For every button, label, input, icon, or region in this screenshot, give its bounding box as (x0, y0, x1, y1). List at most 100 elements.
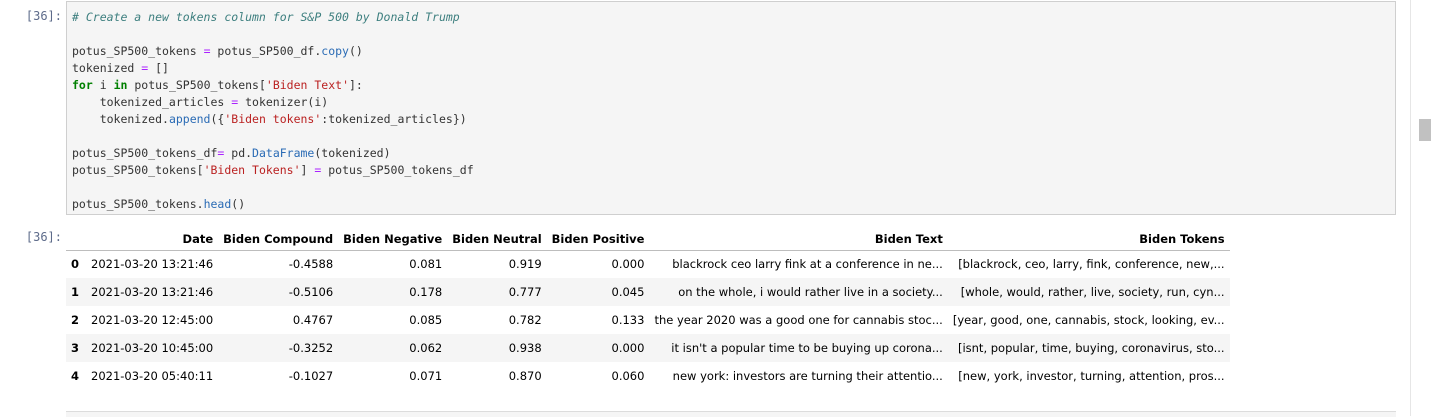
cell-neutral: 0.870 (508, 369, 542, 383)
code-token: potus_SP500_df. (210, 44, 322, 58)
code-token: append (168, 112, 211, 126)
row-index: 4 (71, 369, 80, 383)
code-token: head (203, 197, 232, 211)
cell-text: on the whole, i would rather live in a s… (678, 285, 943, 299)
cell-compound: -0.5106 (288, 285, 334, 299)
cell-tokens: [new, york, investor, turning, attention… (958, 369, 1225, 383)
output-prompt: [36]: (25, 230, 62, 244)
table-row: 2 2021-03-20 12:45:00 0.4767 0.085 0.782… (66, 306, 1230, 334)
cell-positive: 0.000 (611, 341, 645, 355)
cell-text: it isn't a popular time to be buying up … (671, 341, 943, 355)
index-header (66, 228, 86, 251)
next-cell-edge[interactable] (66, 411, 1396, 417)
column-header-negative: Biden Negative (338, 228, 448, 251)
table-row: 0 2021-03-20 13:21:46 -0.4588 0.081 0.91… (66, 250, 1230, 278)
cell-date: 2021-03-20 13:21:46 (91, 285, 214, 299)
cell-tokens: [blackrock, ceo, larry, fink, conference… (958, 257, 1225, 272)
code-token: tokenized_articles (72, 95, 232, 109)
cell-date: 2021-03-20 10:45:00 (91, 341, 214, 355)
code-line: tokenized.append({'Biden tokens':tokeniz… (72, 111, 474, 128)
cell-date: 2021-03-20 13:21:46 (91, 257, 214, 272)
cell-tokens: [year, good, one, cannabis, stock, looki… (952, 313, 1225, 327)
cell-date: 2021-03-20 12:45:00 (91, 313, 214, 327)
cell-compound: -0.3252 (288, 341, 334, 355)
code-token: potus_SP500_tokens (72, 44, 204, 58)
cell-negative: 0.178 (409, 285, 443, 299)
cell-tokens: [whole, would, rather, live, society, ru… (960, 285, 1225, 299)
cell-neutral: 0.919 (508, 257, 542, 272)
code-token: tokenized. (72, 112, 169, 126)
cell-positive: 0.133 (611, 313, 645, 327)
cell-text: the year 2020 was a good one for cannabi… (654, 313, 943, 327)
code-line: tokenized_articles = tokenizer(i) (72, 94, 474, 111)
scrollbar-thumb[interactable] (1419, 119, 1431, 141)
notebook: [36]: # Create a new tokens column for S… (0, 0, 1410, 417)
cell-date: 2021-03-20 05:40:11 (91, 369, 214, 383)
code-token: 'Biden tokens' (224, 112, 322, 126)
code-token: ] (300, 163, 315, 177)
column-header-text: Biden Text (649, 228, 948, 251)
cell-positive: 0.060 (611, 369, 645, 383)
code-line: tokenized = [] (72, 60, 474, 77)
cell-positive: 0.000 (611, 257, 645, 272)
code-token: potus_SP500_tokens_df (321, 163, 474, 177)
cell-negative: 0.081 (409, 257, 443, 272)
output-area: Date Biden Compound Biden Negative Biden… (66, 228, 1230, 390)
vertical-scrollbar[interactable] (1410, 0, 1438, 416)
table-header-row: Date Biden Compound Biden Negative Biden… (66, 228, 1230, 251)
code-token: () (231, 197, 246, 211)
cell-neutral: 0.777 (508, 285, 542, 299)
cell-compound: -0.4588 (288, 257, 334, 272)
cell-neutral: 0.782 (508, 313, 542, 327)
code-token: (tokenized) (314, 146, 391, 160)
column-header-neutral: Biden Neutral (447, 228, 547, 251)
code-token: in (113, 78, 128, 92)
code-token: tokenizer(i) (238, 95, 329, 109)
cell-compound: -0.1027 (288, 369, 334, 383)
code-line: potus_SP500_tokens_df= pd.DataFrame(toke… (72, 145, 474, 162)
code-line: potus_SP500_tokens['Biden Tokens'] = pot… (72, 162, 474, 179)
cell-positive: 0.045 (611, 285, 645, 299)
code-token: potus_SP500_tokens[ (127, 78, 266, 92)
row-index: 3 (71, 341, 80, 355)
code-cell-editor[interactable]: # Create a new tokens column for S&P 500… (66, 1, 1396, 215)
code-token: = (203, 44, 211, 58)
table-row: 4 2021-03-20 05:40:11 -0.1027 0.071 0.87… (66, 362, 1230, 390)
code-token: potus_SP500_tokens[ (72, 163, 204, 177)
row-index: 0 (71, 257, 80, 272)
cell-neutral: 0.938 (508, 341, 542, 355)
cell-compound: 0.4767 (292, 313, 334, 327)
dataframe-table: Date Biden Compound Biden Negative Biden… (66, 228, 1230, 390)
cell-negative: 0.071 (409, 369, 443, 383)
code-block[interactable]: # Create a new tokens column for S&P 500… (72, 9, 474, 213)
code-token: 'Biden Tokens' (203, 163, 301, 177)
code-token: DataFrame (252, 146, 315, 160)
table-row: 1 2021-03-20 13:21:46 -0.5106 0.178 0.77… (66, 278, 1230, 306)
cell-tokens: [isnt, popular, time, buying, coronaviru… (957, 341, 1225, 355)
row-index: 2 (71, 313, 80, 327)
code-token: for (72, 78, 93, 92)
code-token: ({ (210, 112, 225, 126)
code-token: copy (321, 44, 349, 58)
cell-text: blackrock ceo larry fink at a conference… (672, 257, 943, 272)
cell-negative: 0.085 (409, 313, 443, 327)
code-token: potus_SP500_tokens. (72, 197, 204, 211)
column-header-positive: Biden Positive (546, 228, 650, 251)
code-line: potus_SP500_tokens.head() (72, 196, 474, 213)
column-header-tokens: Biden Tokens (947, 228, 1230, 251)
code-token: potus_SP500_tokens_df (72, 146, 218, 160)
table-row: 3 2021-03-20 10:45:00 -0.3252 0.062 0.93… (66, 334, 1230, 362)
code-token: i (92, 78, 114, 92)
cell-text: new york: investors are turning their at… (672, 369, 943, 383)
code-token: [] (148, 61, 169, 75)
code-token: :tokenized_articles}) (321, 112, 467, 126)
row-index: 1 (71, 285, 80, 299)
code-line: potus_SP500_tokens = potus_SP500_df.copy… (72, 43, 474, 60)
code-token: tokenized (72, 61, 142, 75)
code-token: 'Biden Text' (265, 78, 349, 92)
code-token: # Create a new tokens column for S&P 500… (72, 10, 460, 24)
input-prompt: [36]: (25, 9, 62, 23)
cell-negative: 0.062 (409, 341, 443, 355)
